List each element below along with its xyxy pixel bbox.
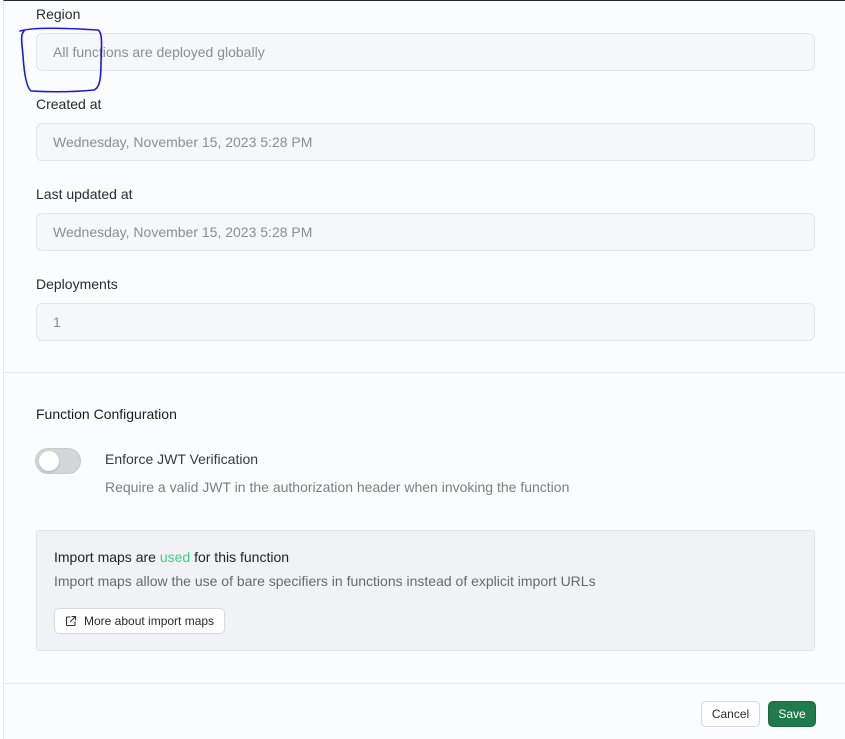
save-button[interactable]: Save <box>768 701 816 727</box>
created-at-label: Created at <box>36 96 102 112</box>
last-updated-label: Last updated at <box>36 186 133 202</box>
import-maps-status: Import maps are used for this function <box>54 549 289 565</box>
deployments-field: 1 <box>36 303 815 341</box>
import-maps-used-highlight: used <box>159 549 191 565</box>
toggle-knob <box>39 451 59 471</box>
import-maps-suffix: for this function <box>190 549 290 565</box>
function-configuration-title: Function Configuration <box>36 406 177 422</box>
import-maps-prefix: Import maps are <box>54 549 160 565</box>
created-at-field: Wednesday, November 15, 2023 5:28 PM <box>36 123 815 161</box>
more-about-import-maps-button[interactable]: More about import maps <box>54 608 226 634</box>
last-updated-field: Wednesday, November 15, 2023 5:28 PM <box>36 213 815 251</box>
import-maps-description: Import maps allow the use of bare specif… <box>54 573 596 589</box>
region-label: Region <box>36 6 81 22</box>
external-link-icon <box>65 615 77 627</box>
section-divider <box>4 372 845 373</box>
enforce-jwt-description: Require a valid JWT in the authorization… <box>105 479 570 495</box>
function-details-panel: Region All functions are deployed global… <box>3 0 845 739</box>
enforce-jwt-label: Enforce JWT Verification <box>105 451 259 467</box>
cancel-button[interactable]: Cancel <box>701 701 760 727</box>
more-about-import-maps-label: More about import maps <box>84 614 215 628</box>
deployments-label: Deployments <box>36 276 118 292</box>
import-maps-card: Import maps are used for this function I… <box>36 530 815 651</box>
region-field: All functions are deployed globally <box>36 33 815 71</box>
footer-divider <box>4 683 845 684</box>
enforce-jwt-toggle[interactable] <box>35 448 81 474</box>
